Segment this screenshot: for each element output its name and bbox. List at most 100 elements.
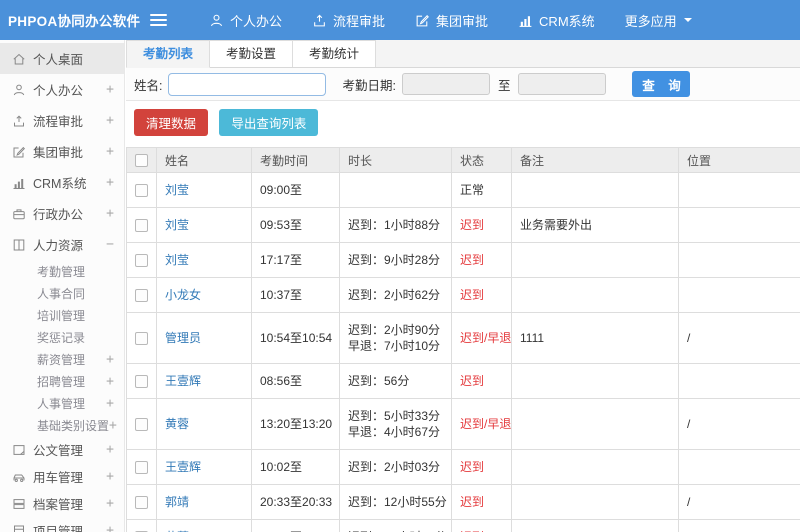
duration-line: 早退：4小时67分 [348,425,441,439]
sidebar-subitem[interactable]: 人事管理 + [0,392,124,414]
attendance-name-link[interactable]: 刘莹 [165,183,189,197]
time-cell: 10:02至 [251,449,340,485]
attendance-name-link[interactable]: 王壹辉 [165,460,201,474]
duration-cell: 迟到：56分 [339,363,452,399]
attendance-name-link[interactable]: 王壹辉 [165,374,201,388]
tab-active[interactable]: 考勤列表 [126,40,211,68]
status-cell: 迟到/早退 [451,312,512,364]
tab-strip: 考勤列表 考勤设置 考勤统计 [126,40,800,68]
time-cell: 13:20至13:20 [251,398,340,450]
sidebar-subitem[interactable]: 薪资管理 + [0,348,124,370]
clean-data-button[interactable]: 清理数据 [134,109,209,136]
date-to-input[interactable] [518,73,607,95]
export-list-button[interactable]: 导出查询列表 [219,109,319,136]
status-badge: 迟到 [460,460,485,474]
hamburger-menu-icon[interactable] [150,14,167,26]
nav-item[interactable]: CRM系统 [518,11,595,30]
select-all-checkbox[interactable] [135,154,148,168]
duration-cell: 迟到：2小时03分 [339,449,452,485]
row-checkbox[interactable] [135,332,148,346]
sidebar-item[interactable]: 公文管理 + [0,436,124,463]
status-cell: 迟到 [451,449,512,485]
row-checkbox[interactable] [135,184,148,198]
row-checkbox[interactable] [135,418,148,432]
row-checkbox[interactable] [135,219,148,233]
row-checkbox[interactable] [135,289,148,303]
name-filter-input[interactable] [168,72,327,96]
nav-item[interactable]: 更多应用 [625,11,692,30]
table-row: 黄蓉 13:20至13:20 迟到：5小时33分 早退：4小时67分 迟到/早退 / [126,398,800,450]
sidebar-item[interactable]: 行政办公 + [0,198,124,229]
duration-cell: 迟到：2小时90分 早退：7小时10分 [339,312,452,364]
attendance-name-link[interactable]: 小龙女 [165,288,201,302]
duration-line: 迟到：56分 [348,374,410,388]
sidebar-subitem[interactable]: 奖惩记录 [0,326,124,348]
table-row: 小龙女 10:37至 迟到：2小时62分 迟到 [126,277,800,313]
attendance-name-link[interactable]: 郭靖 [165,495,189,509]
sidebar-item-label: 考勤管理 [37,264,86,279]
nav-item[interactable]: 集团审批 [415,11,488,30]
duration-line: 迟到：9小时28分 [348,253,441,267]
attendance-name-link[interactable]: 刘莹 [165,218,189,232]
sidebar-subitem[interactable]: 考勤管理 [0,260,124,282]
sidebar-subitem[interactable]: 培训管理 [0,304,124,326]
doc-icon [12,443,26,457]
column-header: 考勤时间 [251,147,340,173]
tab-item[interactable]: 考勤统计 [292,40,377,67]
sidebar-subitem[interactable]: 招聘管理 + [0,370,124,392]
sidebar-item[interactable]: 人力资源 − [0,229,124,260]
sidebar-item[interactable]: 个人办公 + [0,74,124,105]
nav-item[interactable]: 个人办公 [209,11,282,30]
sidebar-item[interactable]: 项目管理 + [0,517,124,532]
sidebar-subitem[interactable]: 人事合同 [0,282,124,304]
attendance-name-link[interactable]: 黄蓉 [165,417,189,431]
edit-icon [12,145,26,159]
sidebar-subitem[interactable]: 基础类别设置 + [0,414,124,436]
tab-item[interactable]: 考勤设置 [209,40,294,67]
sidebar-item-label: 集团审批 [33,146,84,160]
sidebar: 个人桌面 个人办公 + 流程审批 + 集团审批 + CRM系统 + 行政办公 + 人力资源 − 考勤管理人… [0,40,125,532]
expand-plus-icon: + [106,496,114,511]
project-icon [12,524,26,532]
status-cell: 迟到 [451,363,512,399]
nav-item[interactable]: 流程审批 [312,11,385,30]
sidebar-item-label: 个人办公 [33,84,84,98]
sidebar-item-label: 流程审批 [33,115,84,129]
table-row: 王壹辉 08:56至 迟到：56分 迟到 [126,363,800,399]
row-checkbox-cell [126,363,157,399]
row-checkbox-cell [126,172,157,208]
date-from-input[interactable] [401,73,490,95]
row-checkbox[interactable] [135,254,148,268]
attendance-name-link[interactable]: 管理员 [165,331,201,345]
sidebar-item[interactable]: 流程审批 + [0,105,124,136]
duration-line: 迟到：1小时88分 [348,218,441,232]
sidebar-item[interactable]: 档案管理 + [0,490,124,517]
note-cell: 业务需要外出 [511,207,679,243]
location-cell [678,277,800,313]
location-cell [678,172,800,208]
location-cell [678,449,800,485]
attendance-name-link[interactable]: 刘莹 [165,253,189,267]
sidebar-item[interactable]: 个人桌面 [0,43,124,74]
sidebar-item-label: 薪资管理 [37,352,86,367]
sidebar-item[interactable]: 用车管理 + [0,463,124,490]
sidebar-item[interactable]: CRM系统 + [0,167,124,198]
time-cell: 10:54至10:54 [251,312,340,364]
date-to-label: 至 [497,78,511,93]
sidebar-item-label: 招聘管理 [37,374,86,389]
time-cell: 09:00至 [251,172,340,208]
row-checkbox[interactable] [135,496,148,510]
duration-cell: 迟到：12小时53分 [339,519,452,532]
expand-plus-icon: + [106,373,114,389]
row-checkbox[interactable] [135,461,148,475]
sidebar-item[interactable]: 集团审批 + [0,136,124,167]
search-button[interactable]: 查 询 [632,71,691,97]
note-cell [511,484,679,520]
expand-plus-icon: + [106,395,114,411]
name-cell: 小龙女 [156,277,252,313]
row-checkbox[interactable] [135,375,148,389]
location-cell: / [678,484,800,520]
duration-line: 迟到：2小时62分 [348,288,441,302]
briefcase-icon [12,207,26,221]
name-cell: 黄蓉 [156,398,252,450]
